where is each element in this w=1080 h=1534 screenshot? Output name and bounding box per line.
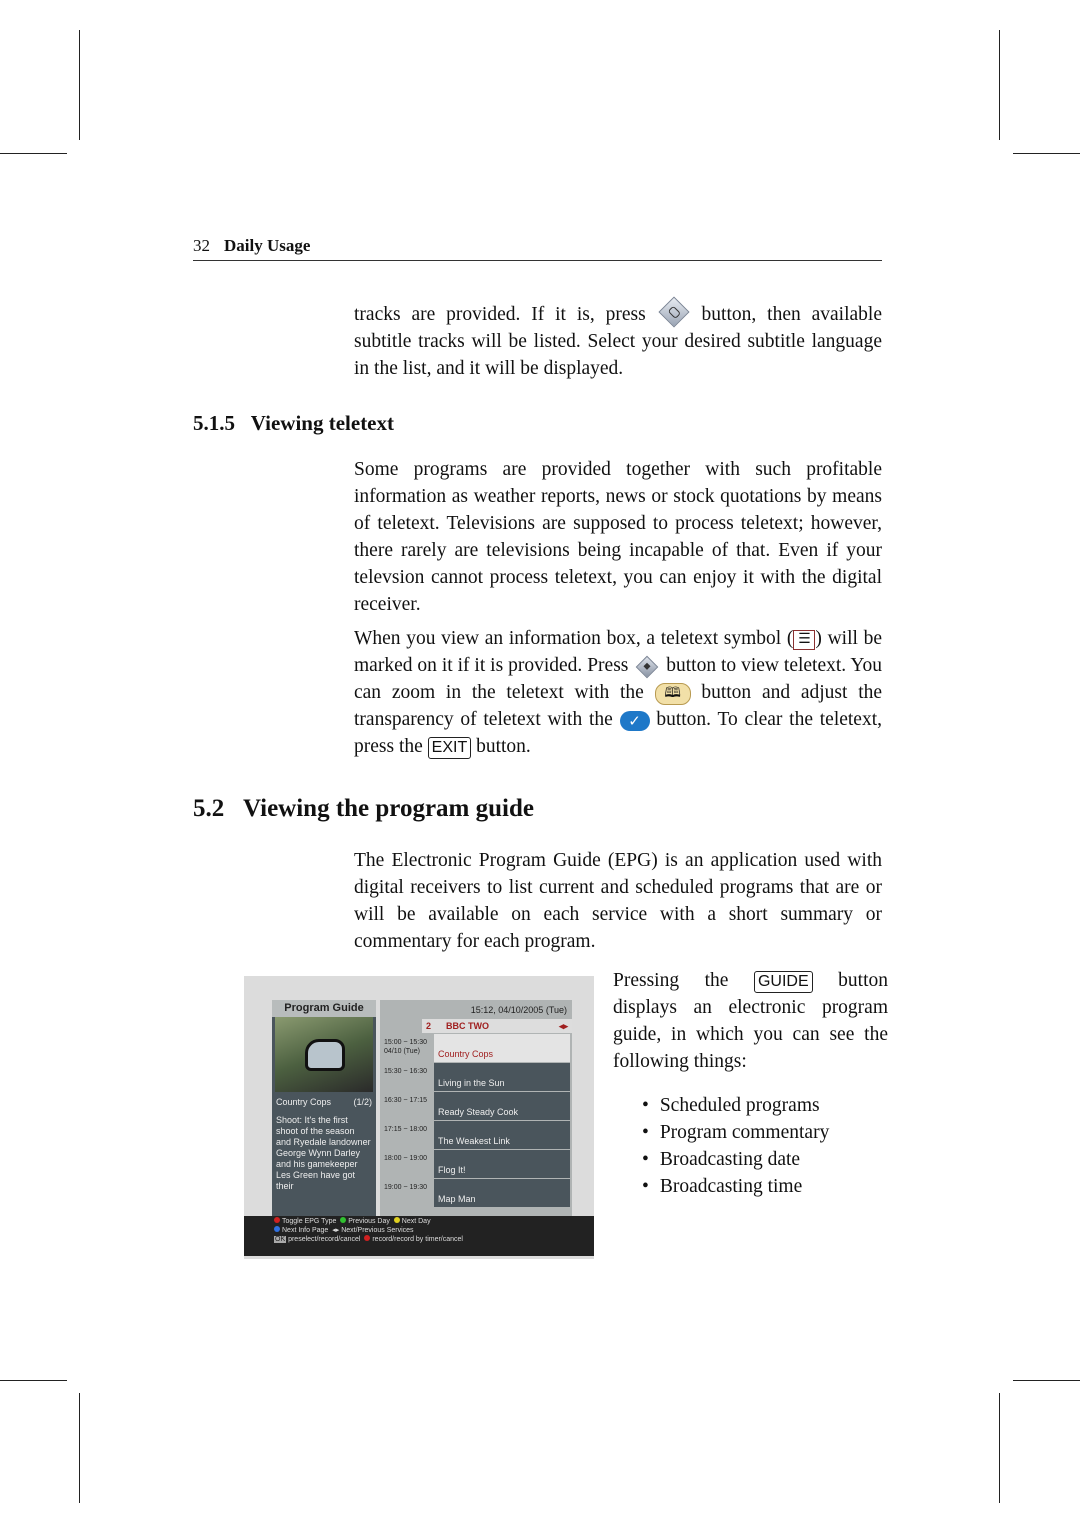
exit-key: EXIT	[427, 737, 472, 759]
epg-title: Program Guide	[272, 1000, 376, 1017]
row-time: 17:15 ~ 18:00	[380, 1121, 434, 1149]
row-time: 18:00 ~ 19:00	[380, 1150, 434, 1178]
crop-mark	[999, 30, 1000, 140]
teletext-paragraph-1: Some programs are provided together with…	[354, 459, 882, 615]
list-item: Broadcasting date	[640, 1146, 829, 1173]
text: button.	[476, 736, 531, 757]
crop-mark	[1013, 1380, 1080, 1381]
crop-mark	[0, 153, 67, 154]
header-section: Daily Usage	[224, 236, 311, 255]
info-page: (1/2)	[353, 1097, 372, 1107]
diamond-subtitle-icon	[658, 295, 690, 328]
crop-mark	[79, 30, 80, 140]
green-button-icon	[340, 1217, 347, 1223]
epg-info-panel: Program Guide Country Cops (1/2) Shoot: I…	[272, 1000, 376, 1216]
row-time: 15:30 ~ 16:30	[380, 1063, 434, 1091]
text: When you view an information box, a tele…	[354, 628, 794, 649]
legend-text: Next/Previous Services	[341, 1227, 414, 1234]
row-time: 16:30 ~ 17:15	[380, 1092, 434, 1120]
video-preview	[275, 1017, 373, 1092]
channel-name: BBC TWO	[446, 1021, 489, 1031]
crop-mark	[1013, 153, 1080, 154]
time-range: 15:00 ~ 15:30	[384, 1039, 428, 1046]
epg-clock: 15:12, 04/10/2005 (Tue)	[470, 1005, 567, 1015]
epg-paragraph: The Electronic Program Guide (EPG) is an…	[354, 850, 882, 952]
teletext-paragraph-2: When you view an information box, a tele…	[354, 625, 882, 760]
section-heading-5-1-5: 5.1.5 Viewing teletext	[193, 411, 394, 436]
info-description: Shoot: It's the first shoot of the seaso…	[276, 1115, 371, 1191]
manual-page: 32 Daily Usage tracks are provided. If it…	[0, 0, 1080, 1534]
record-button-icon	[364, 1235, 371, 1241]
schedule-row[interactable]: 19:00 ~ 19:30 Map Man	[380, 1179, 572, 1207]
legend-text: preselect/record/cancel	[288, 1236, 361, 1243]
schedule-row[interactable]: 15:00 ~ 15:30 04/10 (Tue) Country Cops	[380, 1034, 572, 1062]
crop-mark	[0, 1380, 67, 1381]
teletext-symbol-icon: ☰	[793, 629, 816, 650]
text: Pressing the	[613, 970, 729, 991]
crop-mark	[79, 1393, 80, 1503]
legend-text: record/record by timer/cancel	[372, 1236, 463, 1243]
program-name: Flog It!	[434, 1150, 570, 1178]
text: tracks are provided. If it is, press	[354, 304, 646, 325]
epg-schedule: 15:12, 04/10/2005 (Tue) 2 BBC TWO ◂▸ 15:00…	[380, 1000, 572, 1216]
program-name: Map Man	[434, 1179, 570, 1207]
red-button-icon	[274, 1217, 280, 1223]
info-title: Country Cops	[276, 1097, 332, 1107]
arrows-icon: ◂▸	[332, 1227, 340, 1234]
guide-key: GUIDE	[753, 971, 813, 993]
blue-button-icon	[274, 1226, 280, 1232]
program-name: Ready Steady Cook	[434, 1092, 570, 1120]
legend-text: Toggle EPG Type	[282, 1218, 337, 1225]
running-header: 32 Daily Usage	[193, 236, 882, 261]
schedule-row[interactable]: 18:00 ~ 19:00 Flog It!	[380, 1150, 572, 1178]
list-item: Broadcasting time	[640, 1173, 829, 1200]
row-time: 19:00 ~ 19:30	[380, 1179, 434, 1207]
schedule-row[interactable]: 15:30 ~ 16:30 Living in the Sun	[380, 1063, 572, 1091]
page-number: 32	[193, 236, 210, 255]
crop-mark	[999, 1393, 1000, 1503]
checkmark-icon: ✓	[619, 710, 650, 731]
ok-key-icon: OK	[274, 1236, 287, 1243]
time-range: 15:30 ~ 16:30	[384, 1068, 428, 1075]
list-item: Program commentary	[640, 1119, 830, 1146]
legend-text: Previous Day	[348, 1218, 390, 1225]
epg-footer: Toggle EPG Type Previous Day Next Day Ne…	[244, 1216, 594, 1256]
section-number: 5.1.5	[193, 411, 235, 435]
intro-paragraph: tracks are provided. If it is, press but…	[354, 295, 882, 382]
list-item: Scheduled programs	[640, 1092, 829, 1119]
row-date: 04/10 (Tue)	[384, 1048, 420, 1055]
feature-list: Scheduled programs Program commentary Br…	[640, 1092, 830, 1200]
legend-text: Next Day	[401, 1218, 431, 1225]
schedule-row[interactable]: 17:15 ~ 18:00 The Weakest Link	[380, 1121, 572, 1149]
book-icon: 🕮	[654, 682, 691, 705]
program-name: Country Cops	[434, 1034, 570, 1062]
diamond-teletext-icon	[635, 655, 659, 678]
guide-paragraph: Pressing the GUIDE button displays an el…	[613, 967, 888, 1075]
legend-text: Next Info Page	[282, 1227, 329, 1234]
section-heading-5-2: 5.2 Viewing the program guide	[193, 795, 534, 823]
epg-screenshot: Program Guide Country Cops (1/2) Shoot: I…	[244, 976, 594, 1259]
program-name: Living in the Sun	[434, 1063, 570, 1091]
channel-number: 2	[426, 1021, 432, 1031]
section-number: 5.2	[193, 795, 225, 822]
schedule-row[interactable]: 16:30 ~ 17:15 Ready Steady Cook	[380, 1092, 572, 1120]
channel-arrows-icon: ◂▸	[558, 1021, 568, 1031]
row-time: 15:00 ~ 15:30 04/10 (Tue)	[380, 1034, 434, 1062]
section-title: Viewing teletext	[250, 411, 394, 435]
time-range: 19:00 ~ 19:30	[384, 1184, 428, 1191]
yellow-button-icon	[393, 1217, 400, 1223]
time-range: 17:15 ~ 18:00	[384, 1126, 428, 1133]
time-range: 16:30 ~ 17:15	[384, 1097, 428, 1104]
program-name: The Weakest Link	[434, 1121, 570, 1149]
time-range: 18:00 ~ 19:00	[384, 1155, 428, 1162]
section-title: Viewing the program guide	[243, 795, 534, 822]
channel-bar: 2 BBC TWO ◂▸	[422, 1019, 572, 1033]
